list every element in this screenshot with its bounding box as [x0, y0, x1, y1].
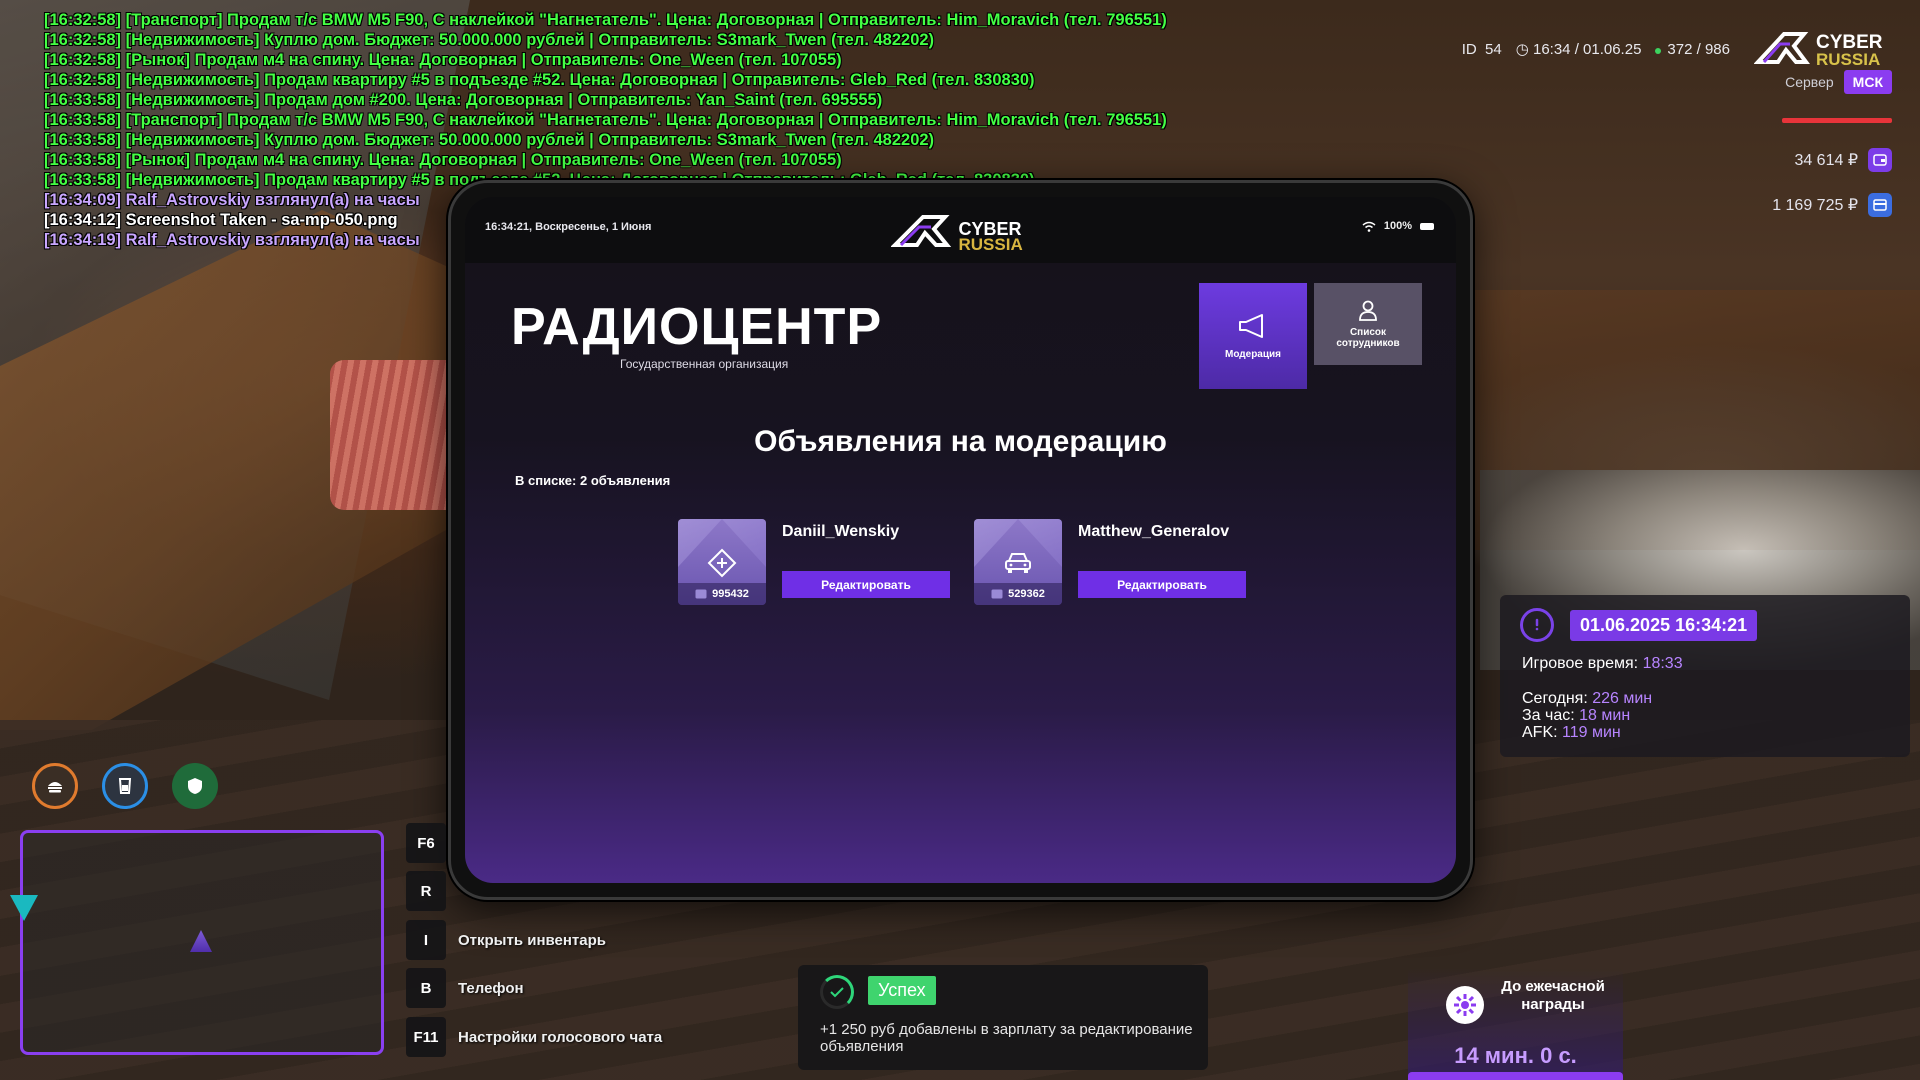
megaphone-icon [1239, 313, 1263, 338]
reward-title: До ежечасной награды [1501, 978, 1605, 1013]
chat-line: [16:32:58] [Транспорт] Продам т/с BMW M5… [44, 11, 1167, 29]
current-datetime: 01.06.2025 16:34:21 [1570, 610, 1758, 641]
reward-progress [1408, 1072, 1623, 1080]
game-time: Игровое время: 18:33 [1522, 655, 1683, 672]
page-title: РАДИОЦЕНТР [511, 298, 883, 356]
cyber-logo-icon [889, 215, 951, 247]
wallet-icon [1868, 148, 1892, 172]
battery-icon [1420, 222, 1434, 230]
afk-time: AFK: 119 мин [1522, 724, 1621, 741]
battery-level: 100% [1383, 220, 1412, 232]
hourly-reward: До ежечасной награды 14 мин. 0 с. [1408, 968, 1623, 1080]
tablet-device: 16:34:21, Воскресенье, 1 Июня CYBER RUSS… [448, 180, 1473, 900]
user-icon [1359, 300, 1377, 321]
reward-timer: 14 мин. 0 с. [1454, 1043, 1577, 1068]
tablet-screen: 16:34:21, Воскресенье, 1 Июня CYBER RUSS… [465, 197, 1456, 883]
chat-line: [16:33:58] [Рынок] Продам м4 на спину. Ц… [44, 151, 842, 169]
chat-line: [16:33:58] [Недвижимость] Продам дом #20… [44, 91, 883, 109]
hud-status: ID 54 ◷ 16:34 / 01.06.25 372 / 986 [1461, 40, 1730, 59]
cash-display: 34 614 ₽ [1794, 148, 1892, 172]
wifi-icon [1362, 221, 1376, 232]
player-id: ID 54 [1461, 40, 1502, 58]
online-dot-icon [1655, 47, 1662, 54]
server-tag: МСК [1843, 70, 1892, 94]
online-count: 372 / 986 [1655, 41, 1730, 58]
chat-line: [16:33:58] [Транспорт] Продам т/с BMW M5… [44, 111, 1167, 129]
ad-author-name: Matthew_Generalov [1078, 523, 1230, 540]
ad-count: В списке: 2 объявления [515, 473, 671, 488]
clock-icon: ◷ [1515, 41, 1529, 58]
success-badge: Успех [868, 976, 936, 1005]
success-notification: Успех +1 250 руб добавлены в зарплату за… [798, 965, 1208, 1070]
key-hint-voice: F11 Настройки голосового чата [406, 1017, 662, 1057]
notification-message: +1 250 руб добавлены в зарплату за редак… [820, 1021, 1193, 1055]
page-subtitle: Государственная организация [620, 357, 789, 371]
gift-icon [1446, 986, 1484, 1024]
hud-logo: CYBER RUSSIA [1753, 28, 1894, 70]
key-hint-r: R [406, 871, 458, 911]
car-icon [1002, 547, 1034, 579]
bank-display: 1 169 725 ₽ [1772, 193, 1892, 217]
ad-id: 529362 [974, 583, 1062, 605]
chat-line: [16:32:58] [Рынок] Продам м4 на спину. Ц… [44, 51, 842, 69]
ad-thumbnail: 529362 [974, 519, 1062, 605]
id-card-icon [991, 589, 1003, 599]
ad-id: 995432 [678, 583, 766, 605]
hud-clock: ◷ 16:34 / 01.06.25 [1515, 41, 1642, 58]
shield-icon [172, 763, 218, 809]
cyber-logo-icon [1753, 32, 1810, 64]
tab-moderation[interactable]: Модерация [1199, 283, 1307, 389]
card-icon [1868, 193, 1892, 217]
hour-time: За час: 18 мин [1522, 707, 1631, 724]
today-time: Сегодня: 226 мин [1522, 690, 1653, 707]
ad-author-name: Daniil_Wenskiy [782, 523, 900, 540]
clock-icon [1520, 608, 1554, 642]
tablet-logo: CYBER RUSSIA [889, 211, 1031, 254]
waypoint-arrow-icon [10, 895, 38, 921]
hunger-icon [32, 763, 78, 809]
diamond-plus-icon [706, 547, 738, 579]
section-heading: Объявления на модерацию [754, 425, 1167, 458]
edit-button[interactable]: Редактировать [782, 571, 950, 598]
tablet-status-icons: 100% [1362, 220, 1434, 232]
chat-line: [16:32:58] [Недвижимость] Куплю дом. Бюд… [44, 31, 935, 49]
key-hint-inventory: I Открыть инвентарь [406, 920, 606, 960]
key-hint-f6: F6 [406, 823, 458, 863]
ad-thumbnail: 995432 [678, 519, 766, 605]
tablet-status-bar: 16:34:21, Воскресенье, 1 Июня CYBER RUSS… [465, 197, 1456, 263]
id-card-icon [695, 589, 707, 599]
edit-button[interactable]: Редактировать [1078, 571, 1246, 598]
playtime-panel: 01.06.2025 16:34:21 Игровое время: 18:33… [1500, 595, 1910, 757]
ad-card: 995432 Daniil_Wenskiy Редактировать [678, 519, 963, 607]
server-indicator: Сервер МСК [1785, 70, 1892, 94]
chat-line: [16:33:58] [Недвижимость] Куплю дом. Бюд… [44, 131, 935, 149]
chat-line: [16:32:58] [Недвижимость] Продам квартир… [44, 71, 1035, 89]
check-icon [820, 975, 854, 1009]
ad-card: 529362 Matthew_Generalov Редактировать [974, 519, 1259, 607]
health-bar [1782, 118, 1892, 123]
tablet-time: 16:34:21, Воскресенье, 1 Июня [485, 221, 652, 233]
key-hint-phone: B Телефон [406, 968, 524, 1008]
tab-staff-list[interactable]: Список сотрудников [1314, 283, 1422, 365]
thirst-icon [102, 763, 148, 809]
